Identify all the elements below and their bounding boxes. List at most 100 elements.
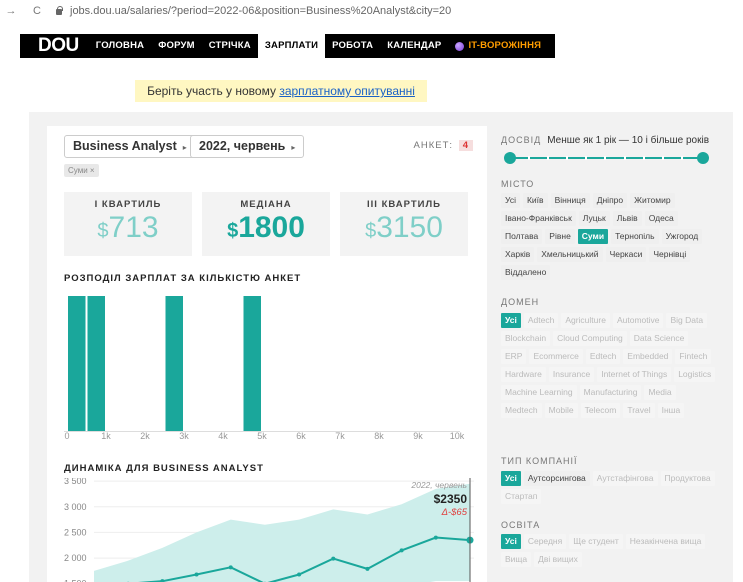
education-tag[interactable]: Дві вищих bbox=[534, 552, 582, 567]
city-tag[interactable]: Ужгород bbox=[661, 229, 703, 244]
domain-tag[interactable]: Ecommerce bbox=[529, 349, 583, 364]
domain-tag[interactable]: Fintech bbox=[675, 349, 712, 364]
ankets-counter: АНКЕТ: 4 bbox=[414, 140, 473, 151]
domain-tag[interactable]: Medtech bbox=[501, 403, 542, 418]
triangle-right-icon: ▸ bbox=[182, 143, 187, 152]
domain-tag[interactable]: Telecom bbox=[580, 403, 621, 418]
company-type-tag[interactable]: Стартап bbox=[501, 489, 542, 504]
survey-link[interactable]: зарплатному опитуванні bbox=[279, 84, 415, 98]
experience-range-text: Менше як 1 рік — 10 і більше років bbox=[547, 135, 710, 146]
dou-logo[interactable]: DOU bbox=[20, 34, 89, 58]
domain-tag[interactable]: Internet of Things bbox=[597, 367, 672, 382]
forward-arrow-icon[interactable]: → bbox=[4, 5, 18, 17]
education-tag[interactable]: Середня bbox=[523, 534, 567, 549]
url-text[interactable]: jobs.dou.ua/salaries/?period=2022-06&pos… bbox=[70, 5, 451, 17]
nav-item-it-fortune[interactable]: IT-ВОРОЖІННЯ bbox=[448, 34, 548, 58]
nav-item-salaries[interactable]: ЗАРПЛАТИ bbox=[257, 34, 326, 58]
domain-tag[interactable]: Усі bbox=[501, 313, 521, 328]
stat-q1-label: I КВАРТИЛЬ bbox=[94, 199, 162, 210]
experience-filter: ДОСВІД Менше як 1 рік — 10 і більше років bbox=[501, 135, 709, 146]
position-selector[interactable]: Business Analyst ▸ bbox=[64, 135, 196, 158]
education-tag[interactable]: Незакінчена вища bbox=[625, 534, 706, 549]
nav-item-calendar[interactable]: КАЛЕНДАР bbox=[380, 34, 448, 58]
domain-tag[interactable]: Machine Learning bbox=[501, 385, 577, 400]
city-tag[interactable]: Вінниця bbox=[550, 193, 590, 208]
company-type-tag[interactable]: Усі bbox=[501, 471, 521, 486]
experience-slider[interactable] bbox=[504, 152, 709, 164]
domain-tag[interactable]: Cloud Computing bbox=[553, 331, 627, 346]
median-point[interactable] bbox=[365, 566, 370, 571]
education-tag[interactable]: Усі bbox=[501, 534, 521, 549]
dynamics-title: ДИНАМІКА ДЛЯ BUSINESS ANALYST bbox=[64, 463, 264, 474]
city-tag[interactable]: Чернівці bbox=[649, 247, 691, 262]
domain-tag[interactable]: Automotive bbox=[612, 313, 664, 328]
slider-ticks bbox=[509, 156, 702, 160]
median-point[interactable] bbox=[194, 572, 199, 577]
median-point[interactable] bbox=[228, 565, 233, 570]
period-selector[interactable]: 2022, червень ▸ bbox=[190, 135, 305, 158]
city-tag[interactable]: Тернопіль bbox=[611, 229, 659, 244]
median-point[interactable] bbox=[331, 556, 336, 561]
city-tag[interactable]: Полтава bbox=[501, 229, 543, 244]
histogram-bar bbox=[87, 296, 105, 432]
domain-tag[interactable]: Mobile bbox=[544, 403, 578, 418]
city-tag[interactable]: Віддалено bbox=[501, 265, 551, 280]
domain-tag[interactable]: Insurance bbox=[548, 367, 595, 382]
domain-tag[interactable]: ERP bbox=[501, 349, 527, 364]
median-point[interactable] bbox=[433, 535, 438, 540]
city-tag[interactable]: Житомир bbox=[630, 193, 675, 208]
browser-address-bar: → C jobs.dou.ua/salaries/?period=2022-06… bbox=[0, 0, 743, 22]
median-point[interactable] bbox=[399, 548, 404, 553]
city-tag[interactable]: Дніпро bbox=[592, 193, 628, 208]
nav-item-forum[interactable]: ФОРУМ bbox=[151, 34, 202, 58]
median-point[interactable] bbox=[297, 572, 302, 577]
cursor-period-label: 2022, червень bbox=[410, 480, 467, 490]
city-tag[interactable]: Львів bbox=[612, 211, 642, 226]
city-tag[interactable]: Київ bbox=[522, 193, 548, 208]
domain-tag[interactable]: Agriculture bbox=[561, 313, 610, 328]
domain-tag[interactable]: Інша bbox=[657, 403, 685, 418]
city-tag[interactable]: Черкаси bbox=[605, 247, 647, 262]
domain-tag[interactable]: Big Data bbox=[666, 313, 708, 328]
domain-tag[interactable]: Media bbox=[644, 385, 676, 400]
company-type-tag[interactable]: Продуктова bbox=[660, 471, 715, 486]
domain-tag[interactable]: Blockchain bbox=[501, 331, 551, 346]
nav-item-feed[interactable]: СТРІЧКА bbox=[202, 34, 258, 58]
domain-tag[interactable]: Logistics bbox=[674, 367, 716, 382]
survey-banner-text: Беріть участь у новому bbox=[147, 84, 280, 98]
city-tag[interactable]: Суми bbox=[577, 229, 609, 244]
slider-max-handle[interactable] bbox=[697, 152, 709, 164]
education-tag[interactable]: Ще студент bbox=[569, 534, 623, 549]
nav-item-jobs[interactable]: РОБОТА bbox=[325, 34, 380, 58]
histogram-bar bbox=[165, 296, 183, 432]
cursor-delta-label: Δ-$65 bbox=[441, 507, 468, 518]
domain-tag[interactable]: Embedded bbox=[623, 349, 673, 364]
city-tag[interactable]: Одеса bbox=[644, 211, 678, 226]
education-tag[interactable]: Вища bbox=[501, 552, 532, 567]
domain-tag[interactable]: Edtech bbox=[585, 349, 621, 364]
city-tag[interactable]: Рівне bbox=[545, 229, 575, 244]
nav-item-home[interactable]: ГОЛОВНА bbox=[89, 34, 151, 58]
city-tag[interactable]: Харків bbox=[501, 247, 535, 262]
city-filter-chip[interactable]: Суми × bbox=[64, 164, 99, 177]
city-tags: Усі Київ Вінниця Дніпро Житомир Івано-Франків… bbox=[501, 193, 716, 280]
domain-tag[interactable]: Adtech bbox=[523, 313, 559, 328]
domain-tag[interactable]: Data Science bbox=[629, 331, 689, 346]
reload-icon[interactable]: C bbox=[30, 5, 44, 17]
city-tag[interactable]: Івано-Франківськ bbox=[501, 211, 576, 226]
company-type-tag[interactable]: Аутсорсингова bbox=[523, 471, 590, 486]
slider-min-handle[interactable] bbox=[504, 152, 516, 164]
domain-tag[interactable]: Travel bbox=[623, 403, 655, 418]
stat-q3-value: $3150 bbox=[365, 211, 443, 244]
company-type-tag[interactable]: Аутстафінгова bbox=[592, 471, 658, 486]
domain-tag[interactable]: Hardware bbox=[501, 367, 546, 382]
histogram-x-tick: 0 bbox=[64, 431, 70, 441]
city-tag[interactable]: Усі bbox=[501, 193, 520, 208]
city-tag[interactable]: Хмельницький bbox=[537, 247, 603, 262]
city-tag[interactable]: Луцьк bbox=[578, 211, 610, 226]
domain-label: ДОМЕН bbox=[501, 297, 540, 307]
domain-tag[interactable]: Manufacturing bbox=[579, 385, 642, 400]
filter-sidebar: ДОСВІД Менше як 1 рік — 10 і більше років… bbox=[501, 126, 726, 582]
company-type-tags: Усі Аутсорсингова Аутстафінгова Продуктова С… bbox=[501, 471, 716, 504]
stat-median-value: $1800 bbox=[227, 211, 305, 244]
